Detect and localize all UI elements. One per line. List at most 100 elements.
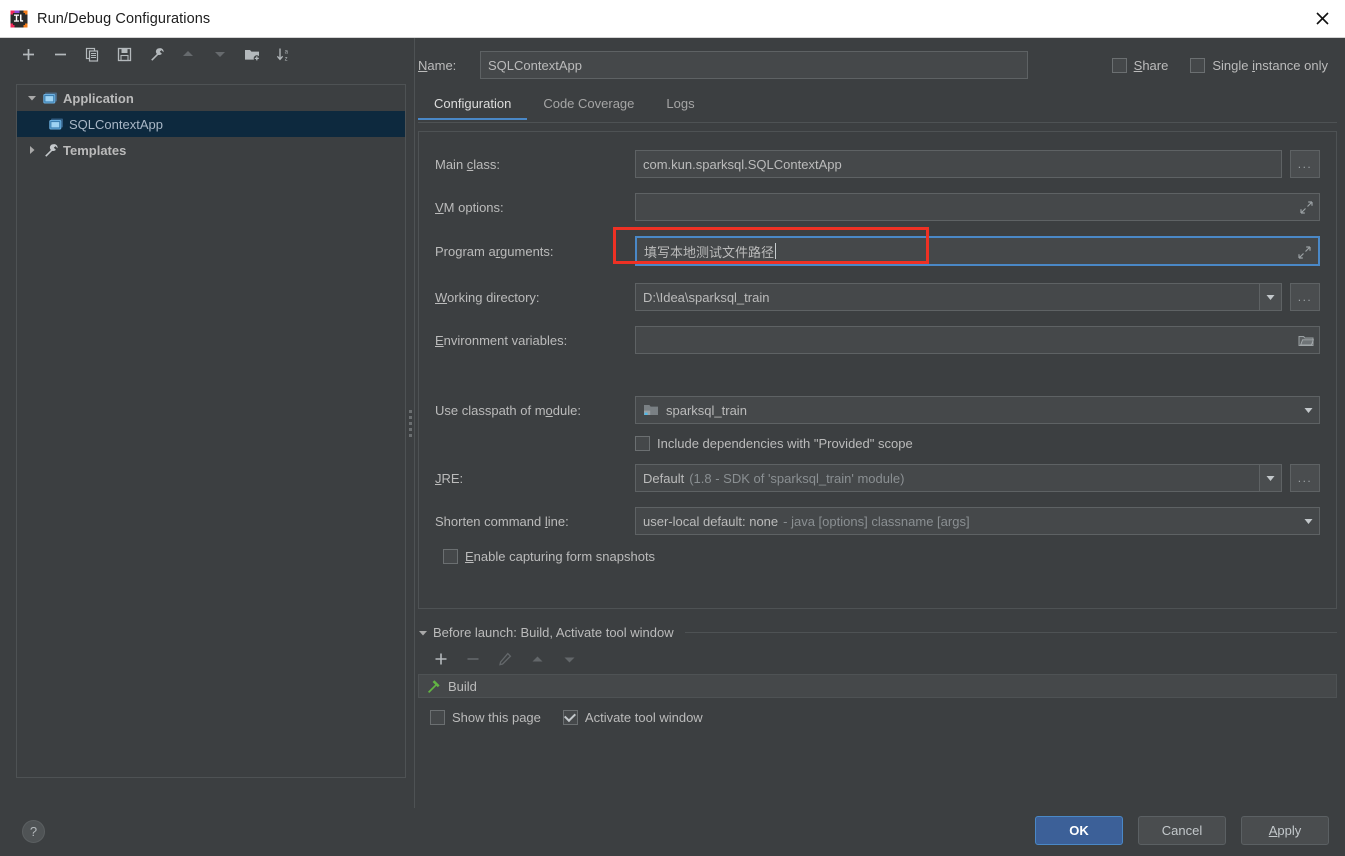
checkbox-box[interactable] bbox=[1190, 57, 1206, 73]
shorten-command-line-select[interactable]: user-local default: none - java [options… bbox=[635, 507, 1320, 535]
move-up-button[interactable] bbox=[178, 44, 198, 64]
remove-configuration-button[interactable] bbox=[50, 44, 70, 64]
editor-tabs: Configuration Code Coverage Logs bbox=[418, 94, 1337, 123]
tab-logs[interactable]: Logs bbox=[650, 94, 710, 119]
main-class-row: Main class: com.kun.sparksql.SQLContextA… bbox=[435, 150, 1320, 178]
include-provided-dependencies-checkbox[interactable]: Include dependencies with "Provided" sco… bbox=[635, 436, 913, 451]
environment-variables-row: Environment variables: bbox=[435, 326, 1320, 354]
program-arguments-value: 填写本地测试文件路径 bbox=[644, 244, 775, 260]
before-launch-options: Show this page Activate tool window bbox=[418, 710, 1337, 725]
move-task-up-button[interactable] bbox=[528, 650, 546, 668]
move-down-button[interactable] bbox=[210, 44, 230, 64]
jre-select[interactable]: Default (1.8 - SDK of 'sparksql_train' m… bbox=[635, 464, 1282, 492]
main-class-label: Main class: bbox=[435, 156, 501, 172]
close-icon[interactable] bbox=[1299, 0, 1345, 37]
tree-node-application[interactable]: Application bbox=[17, 85, 405, 111]
svg-text:a: a bbox=[285, 49, 289, 55]
tree-node-label: SQLContextApp bbox=[69, 116, 163, 132]
share-checkbox[interactable]: Share bbox=[1111, 57, 1168, 73]
environment-variables-label: Environment variables: bbox=[435, 332, 568, 348]
ellipsis-icon: ... bbox=[1297, 290, 1313, 304]
tree-node-label: Templates bbox=[63, 142, 127, 158]
wrench-icon bbox=[41, 143, 59, 158]
text-caret bbox=[775, 243, 777, 259]
chevron-down-icon[interactable] bbox=[23, 93, 41, 103]
vm-options-input[interactable] bbox=[635, 193, 1320, 221]
shorten-command-line-detail: - java [options] classname [args] bbox=[783, 513, 970, 529]
checkbox-box[interactable] bbox=[635, 436, 650, 451]
tab-configuration[interactable]: Configuration bbox=[418, 94, 528, 120]
include-provided-dependencies-label: Include dependencies with "Provided" sco… bbox=[657, 436, 913, 451]
configurations-pane: a z Application SQLContextApp Templates bbox=[0, 38, 407, 808]
main-class-browse-button[interactable]: ... bbox=[1290, 150, 1320, 178]
configuration-form: Main class: com.kun.sparksql.SQLContextA… bbox=[418, 131, 1337, 609]
chevron-down-icon[interactable] bbox=[1297, 508, 1319, 534]
environment-variables-input[interactable] bbox=[635, 326, 1320, 354]
checkbox-box[interactable] bbox=[443, 549, 458, 564]
enable-capturing-form-snapshots-label: Enable capturing form snapshots bbox=[465, 549, 656, 564]
top-options: Share Single instance only bbox=[1111, 50, 1328, 80]
folder-icon[interactable] bbox=[1293, 327, 1319, 353]
main-class-input[interactable]: com.kun.sparksql.SQLContextApp bbox=[635, 150, 1282, 178]
show-this-page-checkbox[interactable]: Show this page bbox=[430, 710, 541, 725]
single-instance-only-label: Single instance only bbox=[1212, 57, 1328, 73]
wrench-icon[interactable] bbox=[146, 44, 166, 64]
remove-task-button[interactable] bbox=[464, 650, 482, 668]
tree-node-sqlcontextapp[interactable]: SQLContextApp bbox=[17, 111, 405, 137]
add-task-button[interactable] bbox=[432, 650, 450, 668]
name-label: Name: bbox=[418, 57, 457, 73]
help-icon[interactable]: ? bbox=[22, 820, 45, 843]
working-directory-browse-button[interactable]: ... bbox=[1290, 283, 1320, 311]
show-this-page-label: Show this page bbox=[452, 710, 541, 725]
application-icon bbox=[47, 117, 65, 131]
shorten-command-line-label: Shorten command line: bbox=[435, 513, 569, 529]
add-configuration-button[interactable] bbox=[18, 44, 38, 64]
tree-node-templates[interactable]: Templates bbox=[17, 137, 405, 163]
checkbox-box[interactable] bbox=[430, 710, 445, 725]
working-directory-row: Working directory: D:\Idea\sparksql_trai… bbox=[435, 283, 1320, 311]
new-folder-button[interactable] bbox=[242, 44, 262, 64]
pane-divider bbox=[414, 38, 415, 808]
ok-button[interactable]: OK bbox=[1035, 816, 1123, 845]
expand-diagonal-icon[interactable] bbox=[1291, 239, 1317, 265]
single-instance-only-checkbox[interactable]: Single instance only bbox=[1190, 57, 1328, 73]
cancel-button[interactable]: Cancel bbox=[1138, 816, 1226, 845]
shorten-command-line-row: Shorten command line: user-local default… bbox=[435, 507, 1320, 535]
jre-browse-button[interactable]: ... bbox=[1290, 464, 1320, 492]
dialog-footer: ? OK Cancel Apply bbox=[0, 808, 1345, 856]
working-directory-input[interactable]: D:\Idea\sparksql_train bbox=[635, 283, 1282, 311]
program-arguments-input[interactable]: 填写本地测试文件路径 bbox=[635, 236, 1320, 266]
chevron-down-icon[interactable] bbox=[1259, 465, 1281, 491]
checkbox-box[interactable] bbox=[562, 710, 578, 725]
chevron-right-icon[interactable] bbox=[23, 145, 41, 155]
chevron-down-icon[interactable] bbox=[418, 628, 428, 638]
program-arguments-label: Program arguments: bbox=[435, 243, 554, 259]
copy-configuration-button[interactable] bbox=[82, 44, 102, 64]
svg-text:z: z bbox=[285, 56, 288, 62]
include-provided-scope-row: Include dependencies with "Provided" sco… bbox=[435, 436, 1320, 451]
apply-button[interactable]: Apply bbox=[1241, 816, 1329, 845]
before-launch-task-row[interactable]: Build bbox=[418, 674, 1337, 698]
move-task-down-button[interactable] bbox=[560, 650, 578, 668]
before-launch-header[interactable]: Before launch: Build, Activate tool wind… bbox=[418, 625, 1337, 640]
vm-options-label: VM options: bbox=[435, 199, 504, 215]
expand-diagonal-icon[interactable] bbox=[1293, 194, 1319, 220]
activate-tool-window-checkbox[interactable]: Activate tool window bbox=[562, 710, 703, 725]
edit-task-button[interactable] bbox=[496, 650, 514, 668]
use-classpath-of-module-select[interactable]: sparksql_train bbox=[635, 396, 1320, 424]
configurations-tree[interactable]: Application SQLContextApp Templates bbox=[16, 84, 406, 778]
name-input[interactable]: SQLContextApp bbox=[480, 51, 1028, 79]
application-icon bbox=[41, 91, 59, 105]
chevron-down-icon[interactable] bbox=[1259, 284, 1281, 310]
splitter-grip-icon bbox=[408, 409, 412, 437]
sort-alphabetically-button[interactable]: a z bbox=[274, 44, 294, 64]
save-configuration-button[interactable] bbox=[114, 44, 134, 64]
enable-capturing-form-snapshots-checkbox[interactable]: Enable capturing form snapshots bbox=[443, 549, 655, 564]
section-divider bbox=[684, 632, 1337, 633]
use-classpath-of-module-label: Use classpath of module: bbox=[435, 402, 581, 418]
checkbox-box[interactable] bbox=[1111, 57, 1127, 73]
chevron-down-icon[interactable] bbox=[1297, 397, 1319, 423]
tab-code-coverage[interactable]: Code Coverage bbox=[527, 94, 650, 119]
use-classpath-of-module-value: sparksql_train bbox=[666, 402, 747, 418]
enable-form-snapshots-row: Enable capturing form snapshots bbox=[435, 549, 1320, 564]
